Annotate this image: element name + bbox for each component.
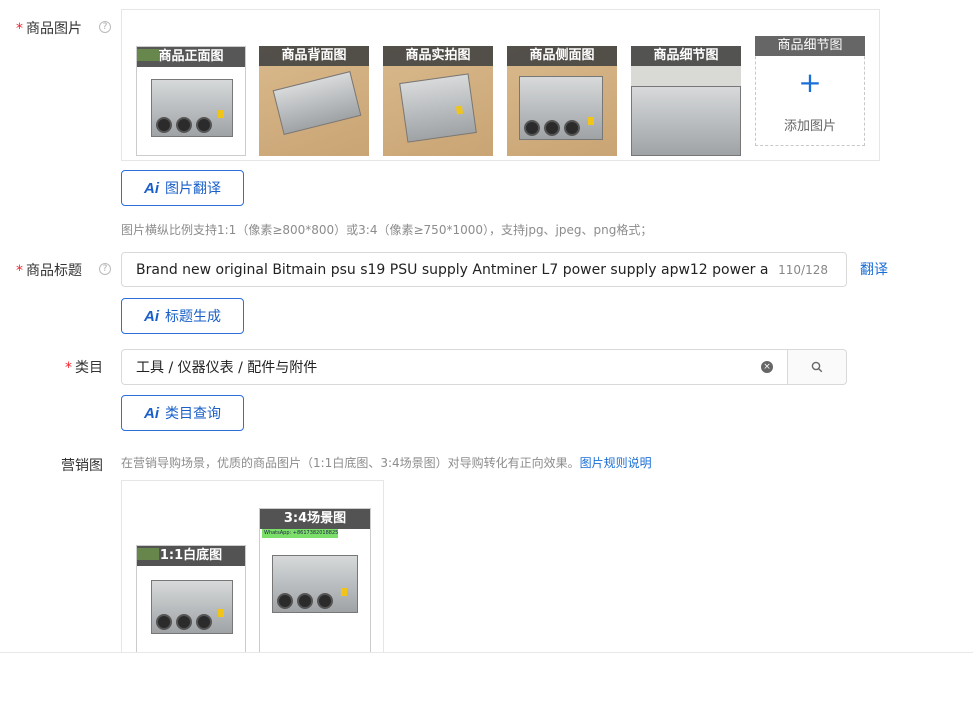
marketing-images-panel: 1:1白底图 3:4场景图 WhatsApp: +8617382018825: [121, 480, 384, 665]
category-value: 工具 / 仪器仪表 / 配件与附件: [136, 360, 318, 376]
translate-link[interactable]: 翻译: [860, 259, 888, 279]
marketing-label: 营销图: [61, 458, 103, 474]
ai-icon: Ai: [144, 179, 159, 197]
ai-button-label: 图片翻译: [165, 180, 221, 196]
thumb-caption: 商品实拍图: [383, 46, 493, 66]
image-thumb-detail[interactable]: 商品细节图: [631, 46, 741, 156]
category-input[interactable]: 工具 / 仪器仪表 / 配件与附件 ×: [121, 349, 788, 385]
title-input[interactable]: Brand new original Bitmain psu s19 PSU s…: [121, 252, 847, 287]
product-photo: [151, 79, 233, 137]
category-label: * 类目: [65, 360, 103, 376]
image-hint: 图片横纵比例支持1:1（像素≥800*800）或3:4（像素≥750*1000）…: [121, 223, 653, 237]
clear-icon[interactable]: ×: [761, 361, 773, 373]
product-photo: [272, 555, 358, 613]
ai-button-label: 类目查询: [165, 405, 221, 421]
plus-icon: +: [798, 66, 822, 99]
thumb-caption: 3:4场景图: [260, 509, 370, 529]
brand-tag: [137, 548, 159, 560]
ai-image-translate-button[interactable]: Ai 图片翻译: [121, 170, 244, 206]
thumb-caption: 商品背面图: [259, 46, 369, 66]
title-value[interactable]: Brand new original Bitmain psu s19 PSU s…: [136, 262, 768, 278]
image-thumb-side[interactable]: 商品侧面图: [507, 46, 617, 156]
marketing-thumb-square[interactable]: 1:1白底图: [136, 545, 246, 665]
ai-icon: Ai: [144, 404, 159, 422]
product-photo: [519, 76, 603, 140]
help-icon[interactable]: ?: [99, 21, 111, 33]
add-tile-caption: 商品细节图: [755, 36, 865, 56]
images-label: * 商品图片: [16, 21, 82, 37]
image-thumb-real[interactable]: 商品实拍图: [383, 46, 493, 156]
help-icon[interactable]: ?: [99, 263, 111, 275]
thumb-caption: 商品侧面图: [507, 46, 617, 66]
add-image-label: 添加图片: [783, 119, 836, 134]
search-icon: [811, 361, 823, 373]
image-thumb-front[interactable]: 商品正面图: [136, 46, 246, 156]
marketing-hint: 在营销导购场景，优质的商品图片（1:1白底图、3:4场景图）对导购转化有正向效果…: [121, 456, 652, 470]
product-photo: [151, 580, 233, 634]
brand-tag: [137, 49, 159, 61]
ai-button-label: 标题生成: [165, 308, 221, 324]
footer-area: [0, 653, 973, 714]
thumb-caption: 商品细节图: [631, 46, 741, 66]
ai-category-query-button[interactable]: Ai 类目查询: [121, 395, 244, 431]
image-thumb-back[interactable]: 商品背面图: [259, 46, 369, 156]
ai-icon: Ai: [144, 307, 159, 325]
char-count: 110/128: [778, 262, 828, 277]
image-rules-link[interactable]: 图片规则说明: [580, 456, 652, 470]
watermark-text: WhatsApp: +8617382018825: [262, 529, 338, 538]
title-label: * 商品标题: [16, 263, 82, 279]
ai-title-generate-button[interactable]: Ai 标题生成: [121, 298, 244, 334]
product-photo: [272, 71, 362, 135]
add-image-button[interactable]: 商品细节图 + 添加图片: [755, 36, 865, 146]
category-search-button[interactable]: [787, 349, 847, 385]
product-photo: [631, 86, 741, 156]
product-photo: [399, 73, 477, 143]
marketing-thumb-scene[interactable]: 3:4场景图 WhatsApp: +8617382018825: [259, 508, 371, 665]
